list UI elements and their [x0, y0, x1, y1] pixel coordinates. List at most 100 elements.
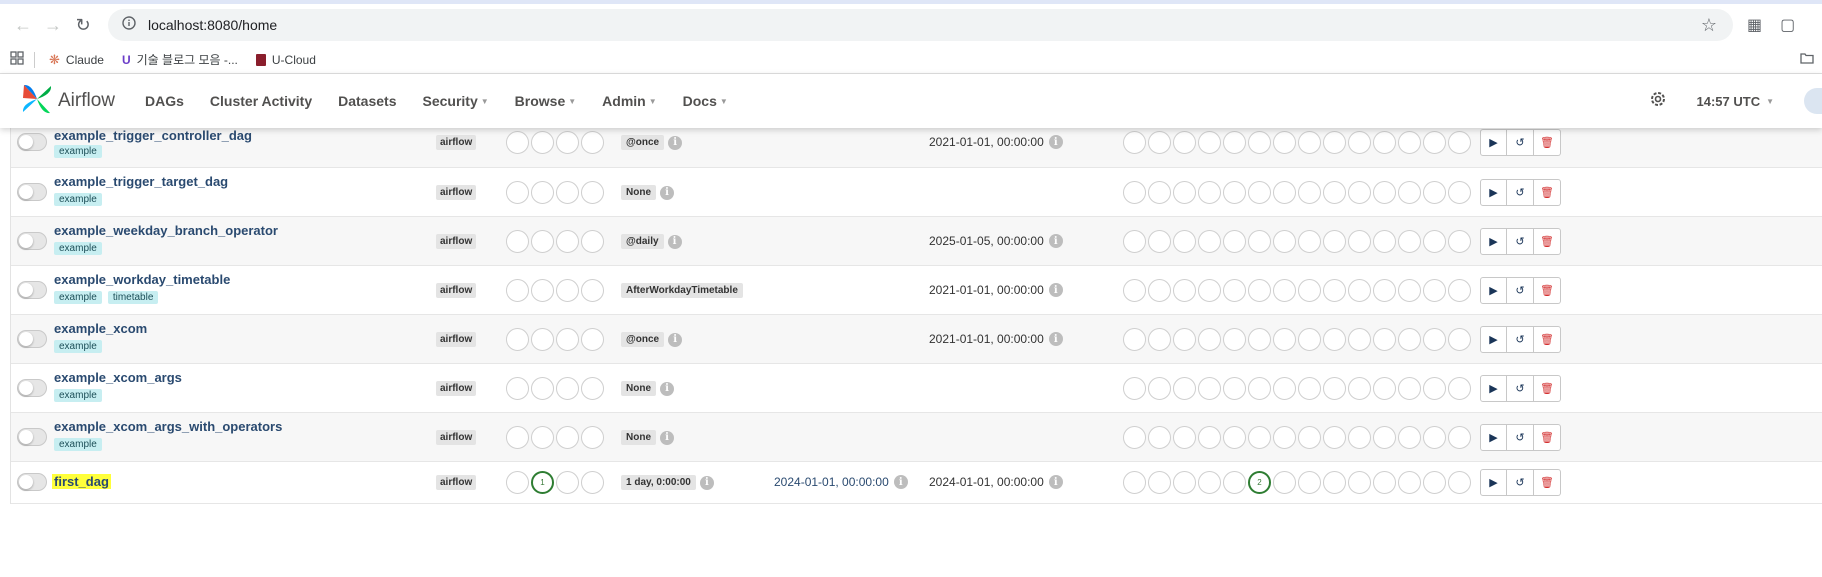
avatar[interactable] [1804, 88, 1822, 114]
dag-pause-toggle[interactable] [17, 133, 47, 151]
run-state-circle[interactable] [506, 181, 529, 204]
dag-tag[interactable]: example [54, 389, 102, 402]
task-state-circle[interactable] [1323, 279, 1346, 302]
nav-datasets[interactable]: Datasets [338, 93, 396, 109]
extensions-icon[interactable]: ▢ [1780, 15, 1795, 35]
task-state-circle[interactable] [1273, 471, 1296, 494]
task-state-circle[interactable] [1448, 471, 1471, 494]
info-icon[interactable]: i [660, 381, 674, 396]
run-state-circle[interactable] [556, 328, 579, 351]
task-state-circle[interactable] [1348, 328, 1371, 351]
task-state-circle[interactable] [1298, 377, 1321, 400]
task-state-circle[interactable] [1423, 181, 1446, 204]
trigger-dag-button[interactable]: ▶ [1480, 277, 1507, 304]
run-state-circle[interactable] [556, 131, 579, 154]
owner-badge[interactable]: airflow [436, 430, 477, 445]
task-state-circle[interactable] [1348, 230, 1371, 253]
task-state-circle[interactable] [1423, 131, 1446, 154]
run-state-circle[interactable] [531, 230, 554, 253]
task-state-circle[interactable] [1123, 426, 1146, 449]
owner-badge[interactable]: airflow [436, 135, 477, 150]
dag-name-link[interactable]: example_weekday_branch_operator [54, 223, 278, 238]
task-state-circle[interactable] [1373, 230, 1396, 253]
dag-name-link[interactable]: example_trigger_controller_dag [54, 128, 252, 143]
run-state-circle[interactable] [556, 471, 579, 494]
bookmark-tech-blog[interactable]: U 기술 블로그 모음 -... [122, 51, 238, 68]
task-state-circle[interactable] [1148, 230, 1171, 253]
task-state-circle[interactable] [1198, 426, 1221, 449]
task-state-circle[interactable] [1398, 328, 1421, 351]
task-state-circle[interactable] [1173, 471, 1196, 494]
delete-dag-button[interactable]: 🗑 [1534, 375, 1561, 402]
dag-tag[interactable]: example [54, 145, 102, 158]
task-state-circle[interactable] [1223, 471, 1246, 494]
task-state-circle[interactable] [1423, 471, 1446, 494]
task-state-circle[interactable] [1348, 426, 1371, 449]
task-state-circle[interactable] [1148, 377, 1171, 400]
task-state-circle[interactable] [1323, 230, 1346, 253]
nav-security[interactable]: Security ▼ [422, 93, 488, 109]
run-state-circle[interactable] [581, 181, 604, 204]
task-state-circle[interactable] [1398, 131, 1421, 154]
task-state-circle[interactable] [1298, 181, 1321, 204]
schedule-badge[interactable]: @once [621, 135, 665, 150]
info-icon[interactable]: i [668, 135, 683, 150]
task-state-circle[interactable] [1123, 377, 1146, 400]
task-state-circle[interactable] [1423, 377, 1446, 400]
dag-name-link[interactable]: example_xcom [54, 321, 147, 336]
task-state-circle[interactable] [1323, 328, 1346, 351]
task-state-circle[interactable] [1123, 131, 1146, 154]
run-state-circle[interactable]: 1 [531, 471, 554, 494]
task-state-circle[interactable] [1198, 181, 1221, 204]
info-icon[interactable]: i [1048, 135, 1063, 149]
task-state-circle[interactable] [1373, 377, 1396, 400]
delete-dag-button[interactable]: 🗑 [1534, 424, 1561, 451]
task-state-circle[interactable] [1398, 230, 1421, 253]
task-state-circle[interactable] [1323, 471, 1346, 494]
task-state-circle[interactable] [1398, 181, 1421, 204]
task-state-circle[interactable] [1373, 328, 1396, 351]
dag-pause-toggle[interactable] [17, 428, 47, 446]
owner-badge[interactable]: airflow [436, 475, 477, 490]
dag-name-link[interactable]: first_dag [52, 474, 111, 489]
schedule-badge[interactable]: 1 day, 0:00:00 [621, 475, 696, 490]
task-state-circle[interactable] [1248, 328, 1271, 351]
refresh-dag-button[interactable]: ↺ [1507, 424, 1534, 451]
run-state-circle[interactable] [556, 426, 579, 449]
task-state-circle[interactable] [1173, 426, 1196, 449]
refresh-dag-button[interactable]: ↺ [1507, 277, 1534, 304]
nav-dags[interactable]: DAGs [145, 93, 184, 109]
apps-grid-icon[interactable] [10, 51, 24, 68]
task-state-circle[interactable] [1148, 131, 1171, 154]
dag-pause-toggle[interactable] [17, 330, 47, 348]
info-icon[interactable]: i [1048, 332, 1063, 346]
task-state-circle[interactable] [1198, 328, 1221, 351]
last-run-link[interactable]: 2024-01-01, 00:00:00 [774, 475, 889, 489]
run-state-circle[interactable] [506, 279, 529, 302]
trigger-dag-button[interactable]: ▶ [1480, 375, 1507, 402]
task-state-circle[interactable] [1198, 131, 1221, 154]
info-icon[interactable]: i [699, 475, 714, 490]
task-state-circle[interactable] [1423, 328, 1446, 351]
dag-name-link[interactable]: example_trigger_target_dag [54, 174, 228, 189]
task-state-circle[interactable] [1198, 471, 1221, 494]
delete-dag-button[interactable]: 🗑 [1534, 129, 1561, 156]
refresh-dag-button[interactable]: ↺ [1507, 326, 1534, 353]
task-state-circle[interactable] [1173, 131, 1196, 154]
task-state-circle[interactable] [1298, 471, 1321, 494]
task-state-circle[interactable] [1248, 377, 1271, 400]
task-state-circle[interactable] [1373, 181, 1396, 204]
task-state-circle[interactable] [1223, 426, 1246, 449]
task-state-circle[interactable] [1273, 426, 1296, 449]
dag-pause-toggle[interactable] [17, 473, 47, 491]
qr-code-icon[interactable]: ▦ [1747, 15, 1762, 35]
refresh-dag-button[interactable]: ↺ [1507, 179, 1534, 206]
task-state-circle[interactable] [1248, 181, 1271, 204]
task-state-circle[interactable] [1148, 471, 1171, 494]
task-state-circle[interactable] [1348, 181, 1371, 204]
task-state-circle[interactable] [1348, 377, 1371, 400]
task-state-circle[interactable] [1398, 471, 1421, 494]
schedule-badge[interactable]: @daily [621, 234, 664, 249]
run-state-circle[interactable] [531, 328, 554, 351]
task-state-circle[interactable] [1148, 426, 1171, 449]
